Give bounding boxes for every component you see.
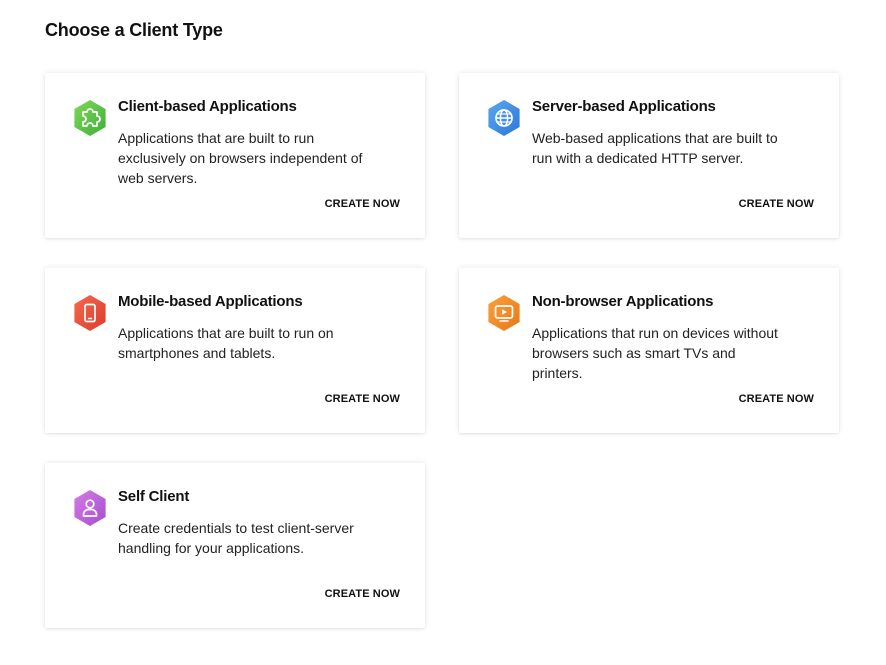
globe-icon	[485, 99, 523, 137]
tv-icon	[485, 294, 523, 332]
create-now-button[interactable]: CREATE NOW	[325, 198, 400, 210]
client-type-card-client-based: Client-based Applications Applications t…	[45, 73, 425, 238]
card-description: Applications that run on devices without…	[532, 325, 778, 381]
smartphone-icon	[71, 294, 109, 332]
create-now-button[interactable]: CREATE NOW	[325, 393, 400, 405]
page-title: Choose a Client Type	[45, 20, 223, 40]
create-now-button[interactable]: CREATE NOW	[739, 393, 814, 405]
client-type-card-non-browser: Non-browser Applications Applications th…	[459, 268, 839, 433]
card-description: Applications that are built to run on sm…	[118, 325, 334, 361]
create-now-button[interactable]: CREATE NOW	[325, 588, 400, 600]
card-description: Create credentials to test client-server…	[118, 520, 354, 556]
card-title: Client-based Applications	[118, 98, 297, 115]
client-type-card-server-based: Server-based Applications Web-based appl…	[459, 73, 839, 238]
puzzle-icon	[71, 99, 109, 137]
card-title: Non-browser Applications	[532, 293, 714, 310]
client-type-card-mobile-based: Mobile-based Applications Applications t…	[45, 268, 425, 433]
card-title: Mobile-based Applications	[118, 293, 303, 310]
user-icon	[71, 489, 109, 527]
card-title: Server-based Applications	[532, 98, 716, 115]
card-title: Self Client	[118, 488, 190, 505]
client-type-card-self-client: Self Client Create credentials to test c…	[45, 463, 425, 628]
card-description: Applications that are built to run exclu…	[118, 130, 363, 186]
create-now-button[interactable]: CREATE NOW	[739, 198, 814, 210]
card-description: Web-based applications that are built to…	[532, 130, 778, 166]
